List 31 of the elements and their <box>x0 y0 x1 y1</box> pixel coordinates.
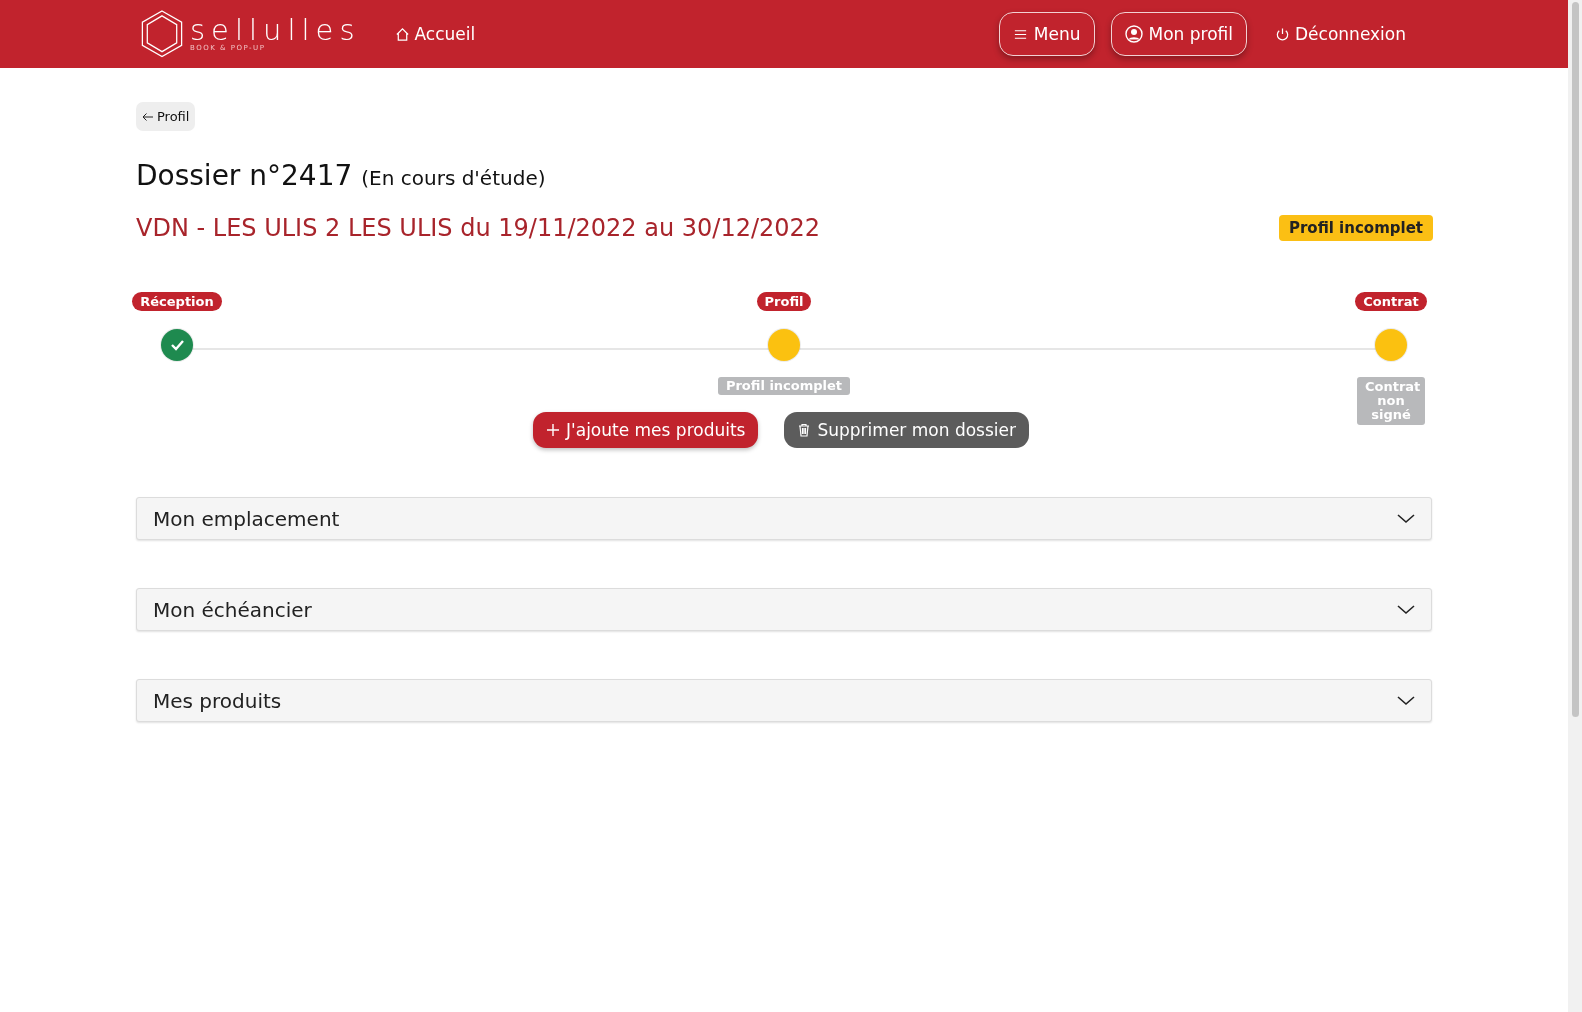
dossier-title: Dossier n°2417 <box>136 159 353 192</box>
logout-link[interactable]: Déconnexion <box>1275 24 1406 44</box>
logo-wordmark: sellulles <box>190 16 361 44</box>
accordion-header[interactable]: Mes produits <box>136 679 1432 722</box>
checkmark-icon <box>169 338 185 352</box>
step-caption: Contrat non signé <box>1357 377 1425 425</box>
power-icon <box>1275 26 1291 42</box>
dossier-status: (En cours d'étude) <box>361 166 546 190</box>
back-button[interactable]: Profil <box>136 102 196 131</box>
accordion-header[interactable]: Mon emplacement <box>136 497 1432 540</box>
chevron-icon <box>1397 513 1415 524</box>
step-caption: Profil incomplet <box>717 377 851 395</box>
status-badge: Profil incomplet <box>1278 215 1433 241</box>
scrollbar[interactable] <box>1568 0 1582 1012</box>
step-label: Contrat <box>1355 292 1427 311</box>
chevron-icon <box>1397 695 1415 706</box>
home-icon <box>394 26 410 42</box>
user-icon <box>1124 25 1143 43</box>
step-label: Profil <box>756 292 812 311</box>
menu-button[interactable]: Menu <box>998 12 1095 56</box>
add-products-button[interactable]: J'ajoute mes produits <box>533 412 759 448</box>
step-label: Réception <box>132 292 222 311</box>
trash-icon <box>797 422 812 438</box>
accordion-header[interactable]: Mon échéancier <box>136 588 1432 631</box>
chevron-icon <box>1397 604 1415 615</box>
profile-button[interactable]: Mon profil <box>1110 12 1248 56</box>
left-arrow-icon <box>142 111 154 122</box>
event-subtitle: VDN - LES ULIS 2 LES ULIS du 19/11/2022 au 30/12/2022 <box>136 214 821 242</box>
delete-dossier-button[interactable]: Supprimer mon dossier <box>784 412 1029 448</box>
home-link[interactable]: Accueil <box>394 24 476 44</box>
plus-icon <box>546 423 561 437</box>
